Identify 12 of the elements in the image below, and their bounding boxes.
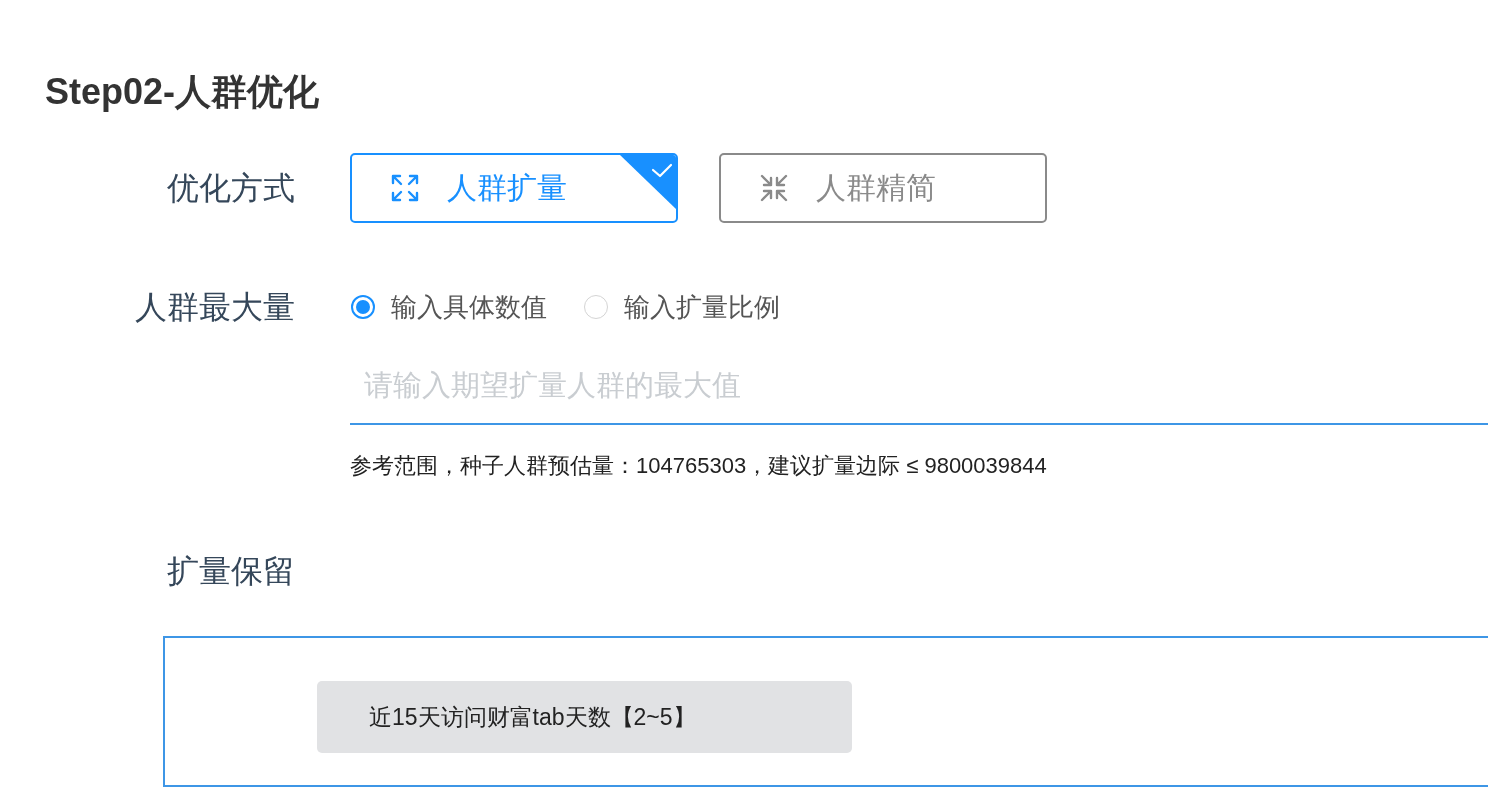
radio-icon[interactable] — [351, 295, 375, 319]
condition-tag: 近15天访问财富tab天数【2~5】 — [317, 681, 852, 753]
expand-arrows-icon — [390, 173, 420, 203]
radio-option[interactable]: 输入扩量比例 — [584, 289, 780, 325]
radio-option[interactable]: 输入具体数值 — [351, 289, 547, 325]
field-label: 人群最大量 — [135, 288, 295, 327]
field-label: 优化方式 — [167, 169, 295, 208]
section-title: Step02-人群优化 — [45, 70, 321, 114]
check-corner-icon — [620, 155, 676, 209]
hint-text: 参考范围，种子人群预估量：104765303，建议扩量边际 ≤ 9800039844 — [350, 452, 1047, 480]
field-label: 扩量保留 — [167, 552, 295, 591]
shrink-arrows-icon — [759, 173, 789, 203]
